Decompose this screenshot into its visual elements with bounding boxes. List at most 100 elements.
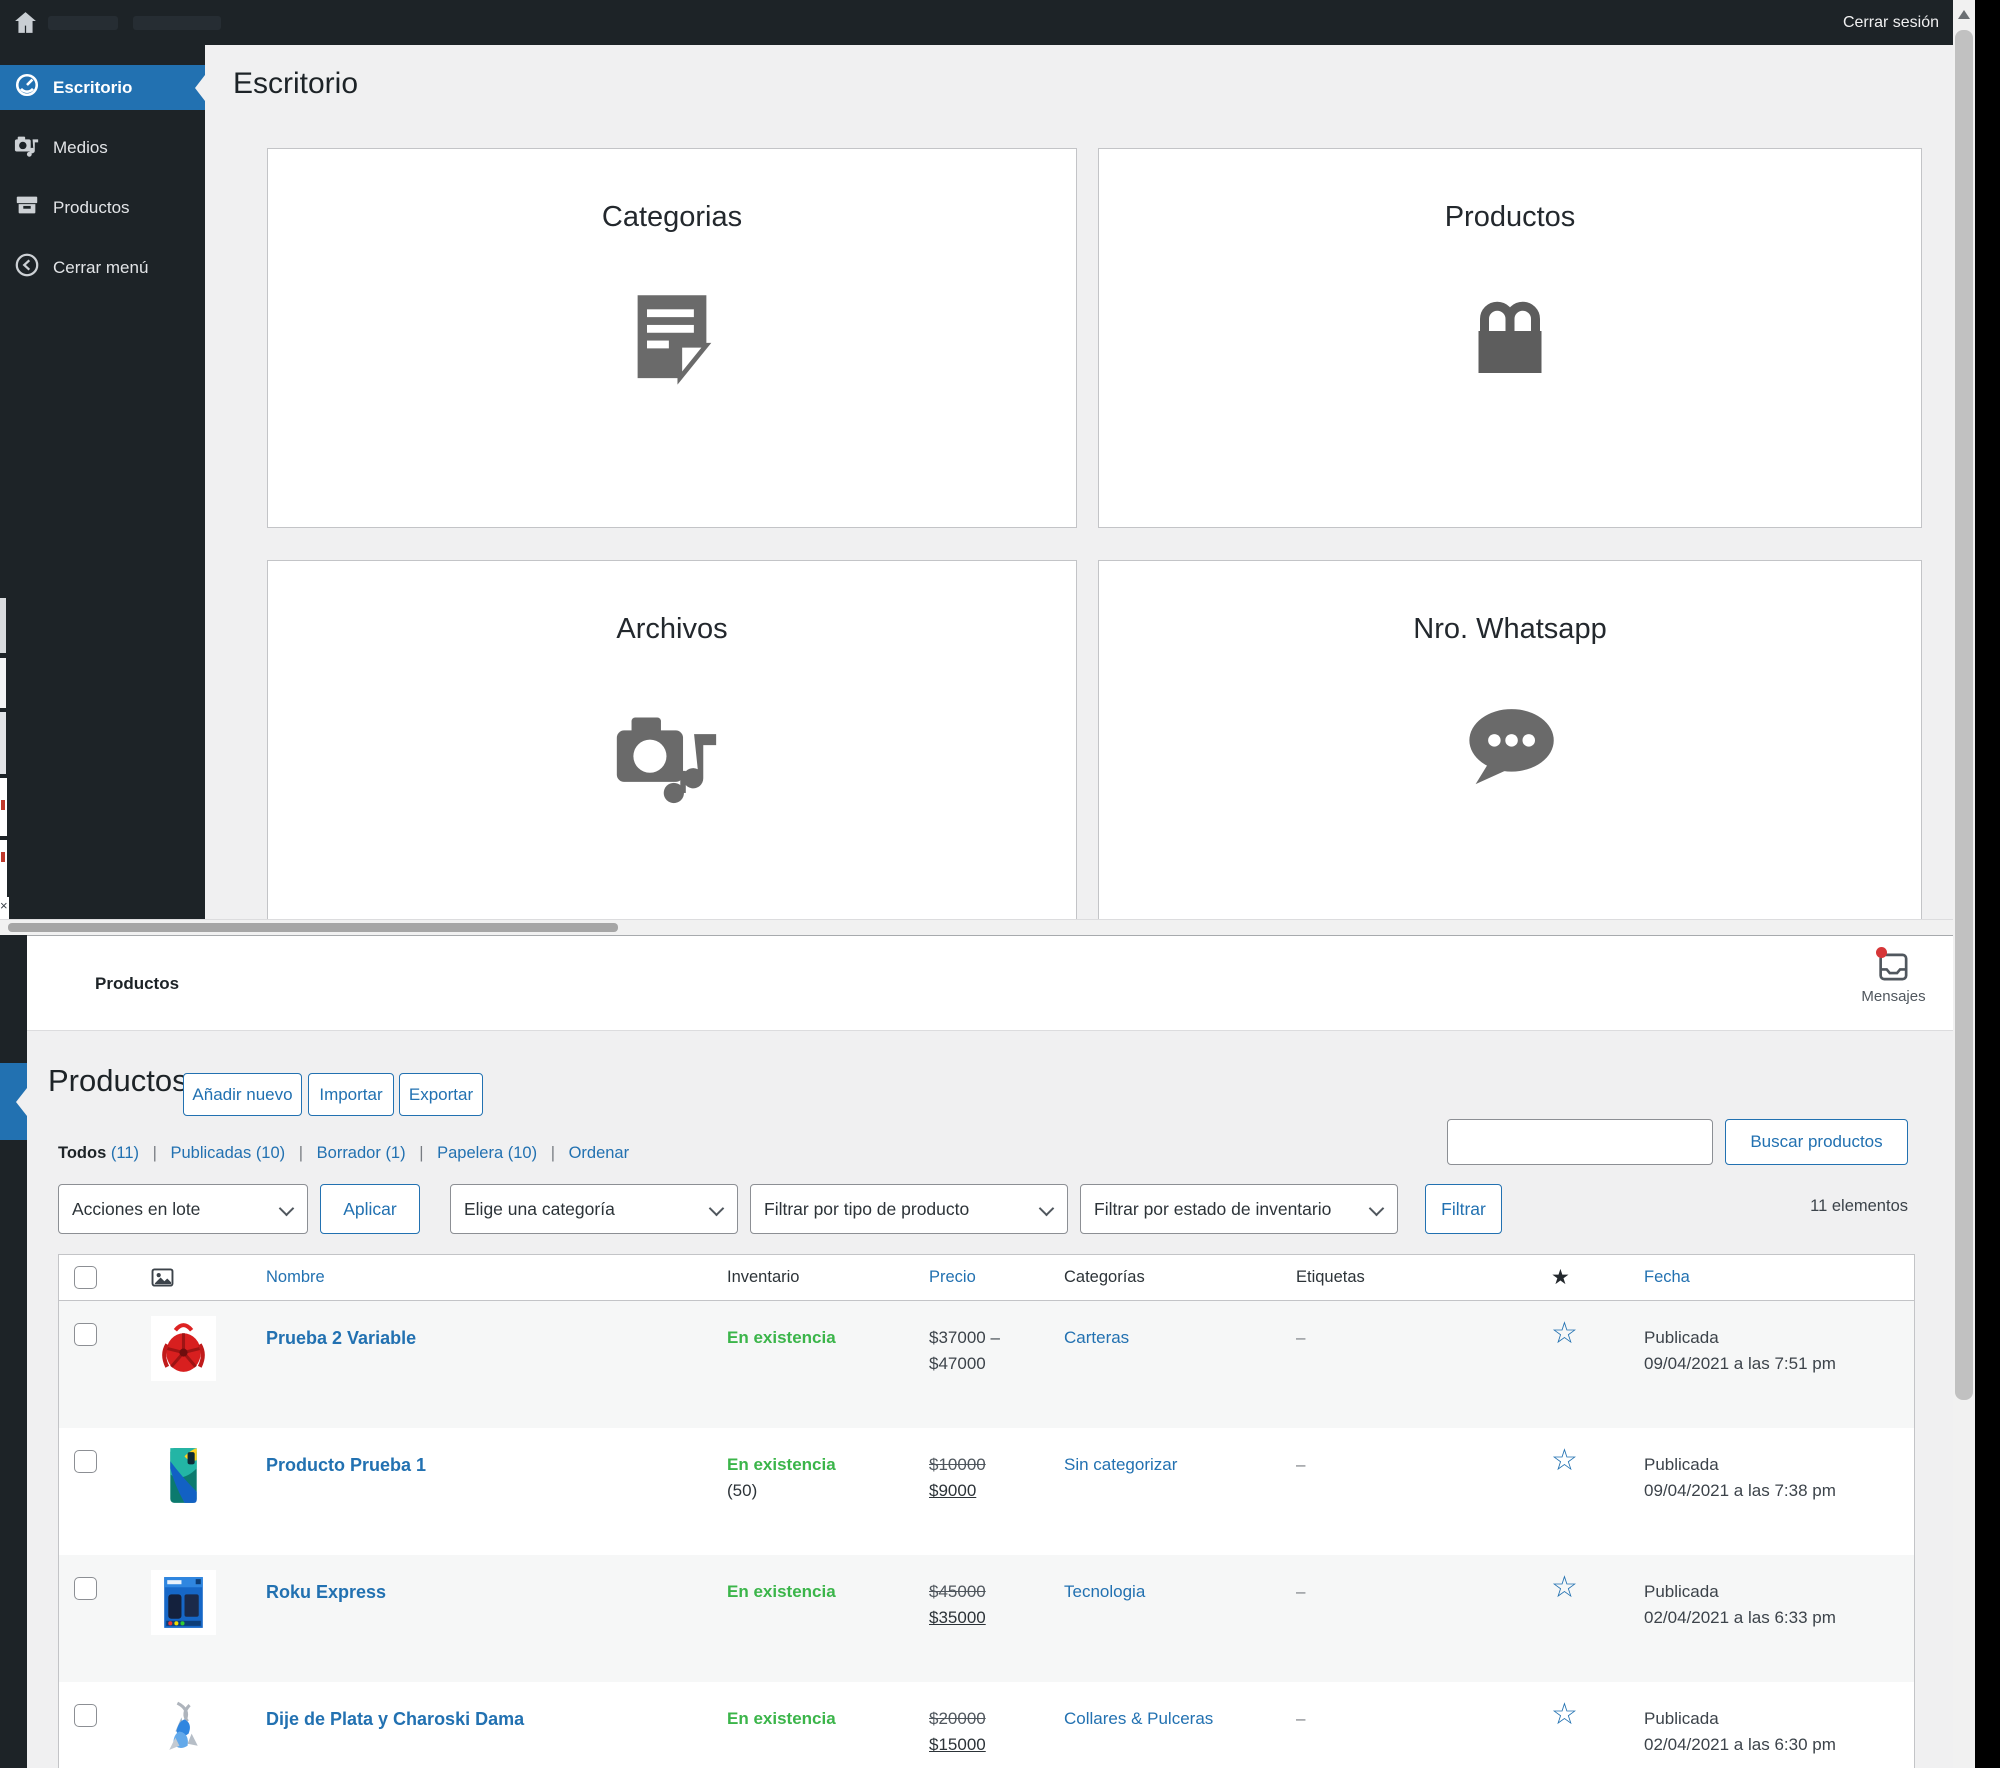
screen: Cerrar sesión Escritorio Medios Producto… xyxy=(0,0,2000,1768)
card-nro-whatsapp[interactable]: Nro. Whatsapp xyxy=(1098,560,1922,935)
bulk-actions-select[interactable]: Acciones en lote xyxy=(58,1184,308,1234)
tags-cell: – xyxy=(1296,1328,1306,1347)
horizontal-scrollbar[interactable] xyxy=(0,919,1953,935)
publish-date: 02/04/2021 a las 6:30 pm xyxy=(1644,1735,1836,1754)
header-precio[interactable]: Precio xyxy=(911,1255,1046,1300)
home-icon[interactable] xyxy=(12,9,39,41)
screen-black-edge xyxy=(1975,0,2000,1768)
category-link[interactable]: Sin categorizar xyxy=(1064,1455,1177,1474)
chevron-down-icon xyxy=(708,1200,725,1217)
chevron-down-icon xyxy=(1368,1200,1385,1217)
select-all-checkbox[interactable] xyxy=(74,1266,97,1289)
tags-cell: – xyxy=(1296,1455,1306,1474)
view-count: (1) xyxy=(385,1144,406,1162)
product-name-link[interactable]: Roku Express xyxy=(266,1582,386,1602)
featured-star-icon[interactable]: ☆ xyxy=(1551,1444,1578,1477)
card-archivos[interactable]: Archivos xyxy=(267,560,1077,935)
header-nombre[interactable]: Nombre xyxy=(233,1255,711,1300)
view-borrador[interactable]: Borrador xyxy=(317,1144,381,1162)
horizontal-scrollbar-thumb[interactable] xyxy=(8,923,618,932)
featured-star-icon: ★ xyxy=(1551,1266,1570,1289)
publish-status: Publicada xyxy=(1644,1709,1719,1728)
featured-star-icon[interactable]: ☆ xyxy=(1551,1698,1578,1731)
product-thumbnail[interactable] xyxy=(136,1682,233,1768)
category-link[interactable]: Tecnologia xyxy=(1064,1582,1145,1601)
featured-star-icon[interactable]: ☆ xyxy=(1551,1317,1578,1350)
publish-date: 02/04/2021 a las 6:33 pm xyxy=(1644,1608,1836,1627)
product-thumbnail[interactable] xyxy=(136,1301,233,1428)
image-column-icon xyxy=(136,1255,233,1300)
search-input[interactable] xyxy=(1447,1119,1713,1165)
header-fecha[interactable]: Fecha xyxy=(1621,1255,1914,1300)
sidebar-item-cerrar-menu[interactable]: Cerrar menú xyxy=(0,245,205,290)
admin-sidebar: Escritorio Medios Productos Cerrar menú xyxy=(0,45,205,935)
select-value: Filtrar por tipo de producto xyxy=(764,1198,970,1219)
price-range-high: $47000 xyxy=(929,1354,986,1373)
logout-link[interactable]: Cerrar sesión xyxy=(1843,0,1939,45)
publish-status: Publicada xyxy=(1644,1455,1719,1474)
media-icon xyxy=(14,132,40,163)
category-link[interactable]: Collares & Pulceras xyxy=(1064,1709,1213,1728)
table-row: Roku Express En existencia $45000 $35000 … xyxy=(59,1555,1914,1682)
view-todos[interactable]: Todos xyxy=(58,1144,106,1162)
view-publicadas[interactable]: Publicadas xyxy=(170,1144,251,1162)
sidebar-item-medios[interactable]: Medios xyxy=(0,125,205,170)
featured-star-icon[interactable]: ☆ xyxy=(1551,1571,1578,1604)
screen-edge-artifact xyxy=(1,852,5,862)
view-papelera[interactable]: Papelera xyxy=(437,1144,503,1162)
view-count: (11) xyxy=(110,1144,139,1162)
vertical-scrollbar[interactable] xyxy=(1953,0,1975,1768)
panel-body: Productos Añadir nuevo Importar Exportar… xyxy=(27,1031,1953,1768)
card-productos[interactable]: Productos xyxy=(1098,148,1922,528)
select-value: Filtrar por estado de inventario xyxy=(1094,1198,1332,1219)
old-price: $10000 xyxy=(929,1455,986,1474)
product-thumbnail[interactable] xyxy=(136,1555,233,1682)
view-ordenar[interactable]: Ordenar xyxy=(569,1144,630,1162)
category-link[interactable]: Carteras xyxy=(1064,1328,1129,1347)
publish-date: 09/04/2021 a las 7:38 pm xyxy=(1644,1481,1836,1500)
shopping-bag-icon xyxy=(1099,289,1921,390)
date-cell: Publicada 02/04/2021 a las 6:30 pm xyxy=(1621,1682,1914,1768)
product-name-link[interactable]: Prueba 2 Variable xyxy=(266,1328,416,1348)
stock-status-select[interactable]: Filtrar por estado de inventario xyxy=(1080,1184,1398,1234)
tags-cell: – xyxy=(1296,1709,1306,1728)
import-button[interactable]: Importar xyxy=(308,1073,394,1116)
separator: | xyxy=(298,1144,304,1162)
card-title: Categorias xyxy=(601,201,743,233)
category-select[interactable]: Elige una categoría xyxy=(450,1184,738,1234)
export-button[interactable]: Exportar xyxy=(399,1073,483,1116)
notification-dot xyxy=(1875,947,1887,958)
card-categorias[interactable]: Categorias xyxy=(267,148,1077,528)
sale-price: $35000 xyxy=(929,1608,986,1627)
view-count: (10) xyxy=(507,1144,538,1162)
vertical-scrollbar-thumb[interactable] xyxy=(1955,30,1973,1400)
sidebar-item-escritorio[interactable]: Escritorio xyxy=(0,65,205,110)
topbar-site-smudge xyxy=(133,16,221,30)
scroll-up-arrow-icon[interactable] xyxy=(1958,10,1970,19)
add-new-button[interactable]: Añadir nuevo xyxy=(183,1073,302,1116)
filter-button[interactable]: Filtrar xyxy=(1425,1184,1502,1234)
media-files-icon xyxy=(268,701,1076,809)
select-value: Acciones en lote xyxy=(72,1198,201,1219)
panel-topbar: Productos Mensajes xyxy=(27,936,1953,1031)
collapsed-sidebar-strip xyxy=(0,935,27,1768)
dashboard-icon xyxy=(14,72,40,103)
stock-quantity: (50) xyxy=(727,1481,758,1500)
row-checkbox[interactable] xyxy=(74,1450,97,1473)
row-checkbox[interactable] xyxy=(74,1323,97,1346)
messages-button[interactable]: Mensajes xyxy=(1846,947,1941,1005)
row-checkbox[interactable] xyxy=(74,1704,97,1727)
product-name-link[interactable]: Producto Prueba 1 xyxy=(266,1455,426,1475)
items-count: 11 elementos xyxy=(1810,1197,1908,1215)
product-name-link[interactable]: Dije de Plata y Charoski Dama xyxy=(266,1709,524,1729)
date-cell: Publicada 09/04/2021 a las 7:51 pm xyxy=(1621,1301,1914,1428)
publish-date: 09/04/2021 a las 7:51 pm xyxy=(1644,1354,1836,1373)
product-type-select[interactable]: Filtrar por tipo de producto xyxy=(750,1184,1068,1234)
product-thumbnail[interactable] xyxy=(136,1428,233,1555)
chat-bubble-icon xyxy=(1099,701,1921,794)
row-checkbox[interactable] xyxy=(74,1577,97,1600)
sidebar-item-productos[interactable]: Productos xyxy=(0,185,205,230)
page-title: Productos xyxy=(48,1063,188,1098)
apply-button[interactable]: Aplicar xyxy=(320,1184,420,1234)
search-products-button[interactable]: Buscar productos xyxy=(1725,1119,1908,1165)
